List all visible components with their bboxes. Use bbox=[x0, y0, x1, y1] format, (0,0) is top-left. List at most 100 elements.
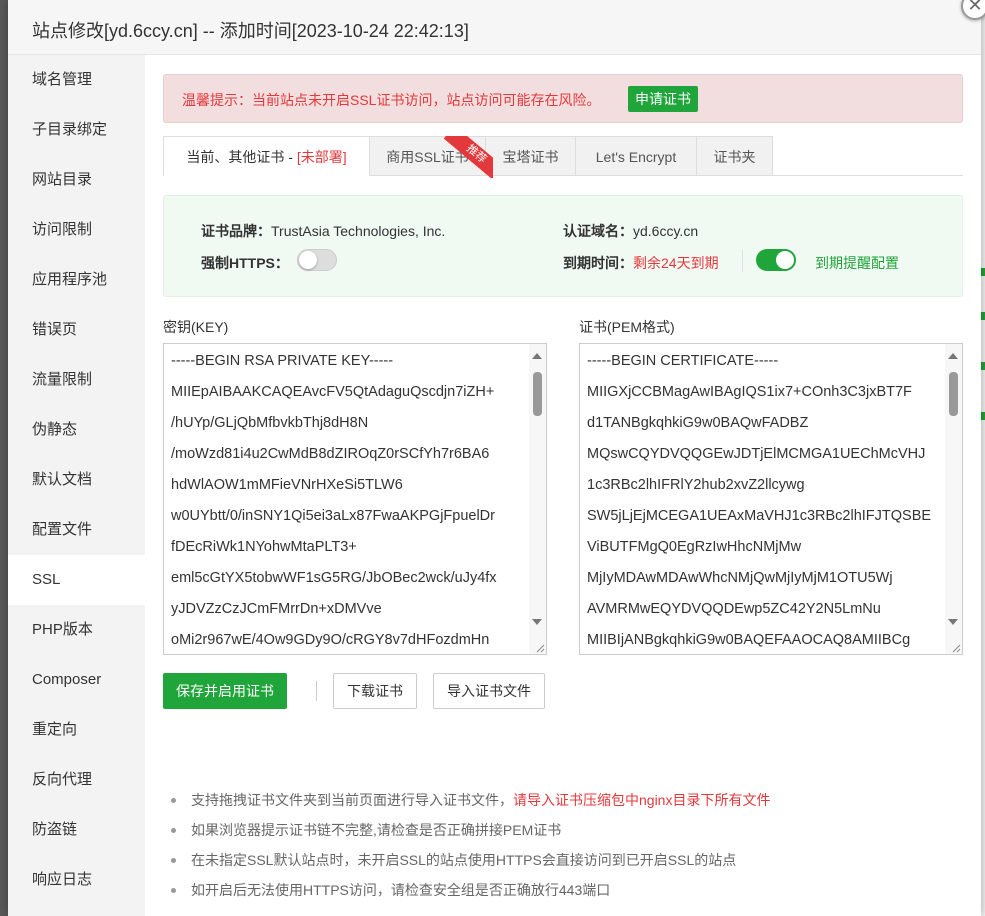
bullet-icon bbox=[171, 858, 176, 863]
sidebar-item-proxy[interactable]: 反向代理 bbox=[8, 755, 145, 805]
tip-text: 如果浏览器提示证书链不完整,请检查是否正确拼接PEM证书 bbox=[191, 822, 562, 838]
sidebar-item-ssl[interactable]: SSL bbox=[8, 555, 145, 605]
scroll-down-icon[interactable] bbox=[948, 619, 958, 625]
sidebar-item-site-dir[interactable]: 网站目录 bbox=[8, 155, 145, 205]
tab-baota-certificate[interactable]: 宝塔证书 bbox=[485, 136, 576, 176]
sidebar-item-php[interactable]: PHP版本 bbox=[8, 605, 145, 655]
tab-current-label: 当前、其他证书 - bbox=[186, 149, 297, 165]
sidebar-item-default-doc[interactable]: 默认文档 bbox=[8, 455, 145, 505]
divider bbox=[742, 250, 743, 272]
sidebar-item-redirect[interactable]: 重定向 bbox=[8, 705, 145, 755]
cert-line: 1c3RBc2lhIFRlY2hub2xvZ2llcywg bbox=[587, 477, 805, 493]
certificate-info-panel: 证书品牌：TrustAsia Technologies, Inc. 认证域名：y… bbox=[163, 195, 963, 297]
background-accent bbox=[981, 268, 985, 276]
private-key-textarea[interactable]: -----BEGIN RSA PRIVATE KEY----- MIIEpAIB… bbox=[163, 343, 547, 655]
key-line: fDEcRiWk1NYohwMtaPLT3+ bbox=[171, 539, 357, 555]
scroll-down-icon[interactable] bbox=[532, 619, 542, 625]
bullet-icon bbox=[171, 828, 176, 833]
certificate-label: 证书(PEM格式) bbox=[579, 319, 675, 335]
tab-commercial-ssl[interactable]: 商用SSL证书 bbox=[369, 136, 486, 176]
domain-label: 认证域名： bbox=[563, 223, 633, 239]
sidebar-item-logs[interactable]: 响应日志 bbox=[8, 855, 145, 905]
cert-line: MIIGXjCCBMagAwIBAgIQS1ix7+COnh3C3jxBT7F bbox=[587, 384, 912, 400]
background-accent bbox=[981, 412, 985, 420]
certificate-textarea[interactable]: -----BEGIN CERTIFICATE----- MIIGXjCCBMag… bbox=[579, 343, 963, 655]
key-line: /hUYp/GLjQbMfbvkbThj8dH8N bbox=[171, 415, 369, 431]
sidebar-item-access[interactable]: 访问限制 bbox=[8, 205, 145, 255]
sidebar-item-config[interactable]: 配置文件 bbox=[8, 505, 145, 555]
import-certificate-button[interactable]: 导入证书文件 bbox=[433, 673, 545, 709]
save-enable-certificate-button[interactable]: 保存并启用证书 bbox=[163, 673, 287, 709]
dialog-header: 站点修改[yd.6ccy.cn] -- 添加时间[2023-10-24 22:4… bbox=[8, 0, 985, 55]
domain-value: yd.6ccy.cn bbox=[633, 223, 699, 239]
warning-text: 温馨提示：当前站点未开启SSL证书访问，站点访问可能存在风险。 bbox=[182, 92, 601, 108]
tip-text: 如开启后无法使用HTTPS访问，请检查安全组是否正确放行443端口 bbox=[191, 882, 611, 898]
scroll-thumb[interactable] bbox=[949, 372, 958, 416]
sidebar-item-traffic[interactable]: 流量限制 bbox=[8, 355, 145, 405]
sidebar-item-error-page[interactable]: 错误页 bbox=[8, 305, 145, 355]
cert-line: -----BEGIN CERTIFICATE----- bbox=[587, 353, 779, 369]
toggle-knob bbox=[299, 251, 317, 269]
apply-certificate-button[interactable]: 申请证书 bbox=[628, 86, 698, 112]
download-certificate-button[interactable]: 下载证书 bbox=[333, 673, 417, 709]
cert-line: SW5jLjEjMCEGA1UEAxMaVHJ1c3RBc2lhIFJTQSBE bbox=[587, 508, 932, 524]
bullet-icon bbox=[171, 798, 176, 803]
site-settings-dialog: 站点修改[yd.6ccy.cn] -- 添加时间[2023-10-24 22:4… bbox=[8, 0, 985, 916]
bullet-icon bbox=[171, 888, 176, 893]
tab-current-certificate[interactable]: 当前、其他证书 - [未部署] bbox=[163, 136, 370, 176]
tip-text: 在未指定SSL默认站点时，未开启SSL的站点使用HTTPS会直接访问到已开启SS… bbox=[191, 852, 737, 868]
cert-line: d1TANBgkqhkiG9w0BAQwFADBZ bbox=[587, 415, 809, 431]
key-line: yJDVZzCzJCmFMrrDn+xDMVve bbox=[171, 601, 382, 617]
expiry-label: 到期时间： bbox=[563, 255, 633, 271]
expiry-reminder-link[interactable]: 到期提醒配置 bbox=[815, 253, 899, 273]
sidebar-item-rewrite[interactable]: 伪静态 bbox=[8, 405, 145, 455]
key-scrollbar[interactable] bbox=[529, 344, 546, 654]
sidebar-item-subdir[interactable]: 子目录绑定 bbox=[8, 105, 145, 155]
certificate-content: -----BEGIN CERTIFICATE----- MIIGXjCCBMag… bbox=[587, 346, 942, 654]
key-line: oMi2r967wE/4Ow9GDy9O/cRGY8v7dHFozdmHn bbox=[171, 632, 490, 648]
certificate-tabs: 当前、其他证书 - [未部署] 商用SSL证书 宝塔证书 Let's Encry… bbox=[163, 136, 963, 178]
sidebar-item-domain[interactable]: 域名管理 bbox=[8, 55, 145, 105]
resize-handle-icon[interactable] bbox=[535, 643, 545, 653]
brand-value: TrustAsia Technologies, Inc. bbox=[271, 223, 446, 239]
tip-item: 在未指定SSL默认站点时，未开启SSL的站点使用HTTPS会直接访问到已开启SS… bbox=[171, 845, 971, 875]
sidebar-item-hotlink[interactable]: 防盗链 bbox=[8, 805, 145, 855]
force-https-toggle[interactable] bbox=[297, 249, 337, 271]
force-https-row: 强制HTTPS： bbox=[201, 253, 289, 273]
key-line: eml5cGtYX5tobwWF1sG5RG/JbOBec2wck/uJy4fx bbox=[171, 570, 497, 586]
scroll-up-icon[interactable] bbox=[532, 353, 542, 359]
sidebar-item-app-pool[interactable]: 应用程序池 bbox=[8, 255, 145, 305]
key-line: MIIEpAIBAAKCAQEAvcFV5QtAdaguQscdjn7iZH+ bbox=[171, 384, 495, 400]
expiry-reminder-toggle[interactable] bbox=[756, 249, 796, 271]
key-line: /moWzd81i4u2CwMdB8dZIROqZ0rSCfYh7r6BA6 bbox=[171, 446, 490, 462]
ssl-warning-alert: 温馨提示：当前站点未开启SSL证书访问，站点访问可能存在风险。 申请证书 bbox=[163, 74, 963, 123]
ssl-panel: 温馨提示：当前站点未开启SSL证书访问，站点访问可能存在风险。 申请证书 当前、… bbox=[145, 55, 981, 916]
ssl-tips-list: 支持拖拽证书文件夹到当前页面进行导入证书文件，请导入证书压缩包中nginx目录下… bbox=[171, 785, 971, 905]
button-divider bbox=[316, 681, 317, 701]
sidebar-item-composer[interactable]: Composer bbox=[8, 655, 145, 705]
tip-item: 如果浏览器提示证书链不完整,请检查是否正确拼接PEM证书 bbox=[171, 815, 971, 845]
background-accent bbox=[981, 312, 985, 320]
scroll-thumb[interactable] bbox=[533, 372, 542, 416]
tab-current-status: [未部署] bbox=[296, 149, 347, 165]
settings-sidebar: 域名管理 子目录绑定 网站目录 访问限制 应用程序池 错误页 流量限制 伪静态 … bbox=[8, 55, 145, 916]
expiry-row: 到期时间：剩余24天到期 bbox=[563, 253, 719, 273]
toggle-knob bbox=[776, 251, 794, 269]
scroll-up-icon[interactable] bbox=[948, 353, 958, 359]
domain-row: 认证域名：yd.6ccy.cn bbox=[563, 221, 698, 241]
expiry-value: 剩余24天到期 bbox=[633, 255, 719, 271]
background-accent bbox=[981, 362, 985, 370]
key-label: 密钥(KEY) bbox=[163, 319, 229, 335]
cert-line: MQswCQYDVQQGEwJDTjElMCMGA1UEChMcVHJ bbox=[587, 446, 926, 462]
close-icon[interactable]: ✕ bbox=[961, 0, 985, 20]
key-line: -----BEGIN RSA PRIVATE KEY----- bbox=[171, 353, 394, 369]
tab-certificate-folder[interactable]: 证书夹 bbox=[696, 136, 773, 176]
dialog-title: 站点修改[yd.6ccy.cn] -- 添加时间[2023-10-24 22:4… bbox=[32, 21, 469, 41]
tip-item: 支持拖拽证书文件夹到当前页面进行导入证书文件，请导入证书压缩包中nginx目录下… bbox=[171, 785, 971, 815]
brand-label: 证书品牌： bbox=[201, 223, 271, 239]
certificate-scrollbar[interactable] bbox=[945, 344, 962, 654]
resize-handle-icon[interactable] bbox=[951, 643, 961, 653]
cert-line: MjIyMDAwMDAwWhcNMjQwMjIyMjM1OTU5Wj bbox=[587, 570, 893, 586]
force-https-label: 强制HTTPS： bbox=[201, 255, 289, 271]
tab-lets-encrypt[interactable]: Let's Encrypt bbox=[575, 136, 697, 176]
